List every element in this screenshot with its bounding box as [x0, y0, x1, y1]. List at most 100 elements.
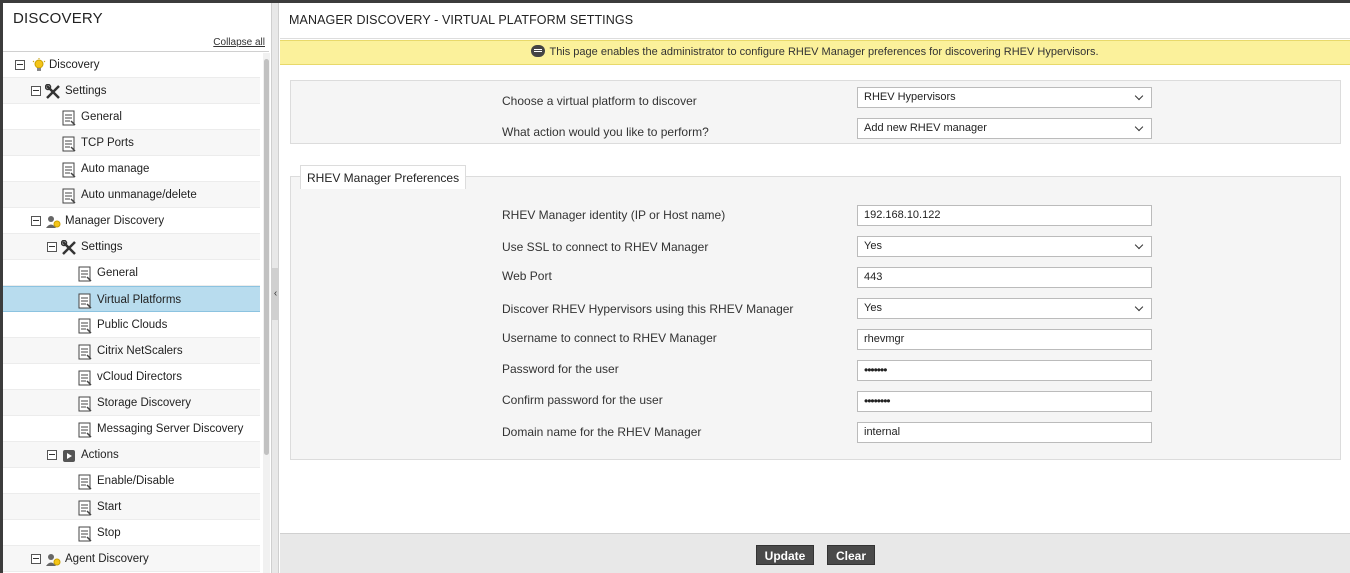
tree-item-enable-disable[interactable]: Enable/Disable	[3, 468, 260, 494]
tree-item-label: Discovery	[49, 59, 100, 71]
document-icon	[61, 135, 77, 152]
lightbulb-icon	[31, 57, 47, 73]
rhev-preferences-fieldset: RHEV Manager identity (IP or Host name) …	[290, 176, 1341, 460]
confirm-password-input-value: ••••••••	[864, 394, 891, 408]
password-input-value: •••••••	[864, 363, 887, 377]
tree-item-start[interactable]: Start	[3, 494, 260, 520]
tree-item-messaging-server-discovery[interactable]: Messaging Server Discovery	[3, 416, 260, 442]
confirm-password-label: Confirm password for the user	[502, 393, 663, 407]
password-label: Password for the user	[502, 362, 619, 376]
document-icon	[77, 421, 93, 438]
document-icon	[77, 525, 93, 542]
discover-select-value: Yes	[864, 302, 882, 314]
collapse-toggle[interactable]	[15, 60, 25, 70]
tree-item-auto-manage[interactable]: Auto manage	[3, 156, 260, 182]
agent-user-icon	[45, 551, 61, 567]
tree-item-discovery[interactable]: Discovery	[3, 52, 260, 78]
action-select[interactable]: Add new RHEV manager	[857, 118, 1152, 139]
update-button[interactable]: Update	[756, 545, 814, 565]
tree-item-label: TCP Ports	[81, 137, 134, 149]
speech-bubble-icon	[531, 45, 546, 57]
clear-button[interactable]: Clear	[827, 545, 875, 565]
fieldset-legend: RHEV Manager Preferences	[300, 165, 467, 189]
document-icon	[77, 292, 93, 309]
sidebar: DISCOVERY Collapse all Discovery Setting…	[0, 3, 272, 573]
username-input-value: rhevmgr	[864, 333, 905, 345]
tree-item-label: General	[97, 267, 138, 279]
document-icon	[61, 109, 77, 126]
main-content: MANAGER DISCOVERY - VIRTUAL PLATFORM SET…	[280, 3, 1350, 573]
tree-item-label: General	[81, 111, 122, 123]
tree-item-label: Agent Discovery	[65, 553, 149, 565]
tree-item-label: Enable/Disable	[97, 475, 175, 487]
action-select-value: Add new RHEV manager	[864, 122, 987, 134]
username-input[interactable]: rhevmgr	[857, 329, 1152, 350]
web-port-input-value: 443	[864, 271, 883, 283]
identity-label: RHEV Manager identity (IP or Host name)	[502, 208, 726, 222]
tree-item-stop[interactable]: Stop	[3, 520, 260, 546]
ssl-select[interactable]: Yes	[857, 236, 1152, 257]
username-label: Username to connect to RHEV Manager	[502, 331, 717, 345]
tree-item-virtual-platforms[interactable]: Virtual Platforms	[3, 286, 260, 312]
tree-item-tcp-ports[interactable]: TCP Ports	[3, 130, 260, 156]
domain-input[interactable]: internal	[857, 422, 1152, 443]
document-icon	[77, 317, 93, 334]
ssl-select-value: Yes	[864, 240, 882, 252]
info-banner: This page enables the administrator to c…	[280, 40, 1350, 65]
tree-item-manager-discovery[interactable]: Manager Discovery	[3, 208, 260, 234]
password-input[interactable]: •••••••	[857, 360, 1152, 381]
tree-item-public-clouds[interactable]: Public Clouds	[3, 312, 260, 338]
form-footer: Update Clear	[280, 533, 1350, 573]
action-label: What action would you like to perform?	[502, 125, 709, 139]
document-icon	[77, 265, 93, 282]
tree-item-agent-discovery[interactable]: Agent Discovery	[3, 546, 260, 572]
tree-item-label: vCloud Directors	[97, 371, 182, 383]
sidebar-scrollbar-thumb[interactable]	[264, 59, 269, 455]
platform-selection-panel: Choose a virtual platform to discover RH…	[290, 80, 1341, 144]
collapse-toggle[interactable]	[47, 450, 57, 460]
discover-select[interactable]: Yes	[857, 298, 1152, 319]
tree-item-settings[interactable]: Settings	[3, 78, 260, 104]
collapse-toggle[interactable]	[31, 554, 41, 564]
document-icon	[77, 369, 93, 386]
navigation-tree: Discovery Settings General TCP Ports Aut…	[3, 51, 269, 573]
tree-item-storage-discovery[interactable]: Storage Discovery	[3, 390, 260, 416]
collapse-all-link[interactable]: Collapse all	[213, 37, 265, 48]
document-icon	[61, 187, 77, 204]
tree-item-label: Stop	[97, 527, 121, 539]
platform-label: Choose a virtual platform to discover	[502, 94, 697, 108]
document-icon	[77, 499, 93, 516]
collapse-toggle[interactable]	[31, 216, 41, 226]
domain-label: Domain name for the RHEV Manager	[502, 425, 702, 439]
identity-input[interactable]: 192.168.10.122	[857, 205, 1152, 226]
collapse-sidebar-chevron-icon[interactable]: ‹	[272, 268, 279, 320]
tools-icon	[60, 239, 77, 255]
document-icon	[77, 473, 93, 490]
tree-item-auto-unmanage[interactable]: Auto unmanage/delete	[3, 182, 260, 208]
web-port-label: Web Port	[502, 269, 552, 283]
tree-item-label: Virtual Platforms	[97, 294, 182, 306]
tree-item-label: Public Clouds	[97, 319, 168, 331]
tree-item-citrix-netscalers[interactable]: Citrix NetScalers	[3, 338, 260, 364]
tree-item-label: Settings	[65, 85, 107, 97]
document-icon	[77, 343, 93, 360]
confirm-password-input[interactable]: ••••••••	[857, 391, 1152, 412]
web-port-input[interactable]: 443	[857, 267, 1152, 288]
tree-item-label: Storage Discovery	[97, 397, 191, 409]
tree-item-manager-general[interactable]: General	[3, 260, 260, 286]
collapse-toggle[interactable]	[47, 242, 57, 252]
actions-icon	[61, 447, 77, 463]
tree-item-vcloud-directors[interactable]: vCloud Directors	[3, 364, 260, 390]
tree-item-manager-settings[interactable]: Settings	[3, 234, 260, 260]
tree-item-label: Actions	[81, 449, 119, 461]
tree-item-actions[interactable]: Actions	[3, 442, 260, 468]
collapse-toggle[interactable]	[31, 86, 41, 96]
tree-item-label: Manager Discovery	[65, 215, 165, 227]
tree-item-general[interactable]: General	[3, 104, 260, 130]
identity-input-value: 192.168.10.122	[864, 209, 941, 221]
document-icon	[77, 395, 93, 412]
domain-input-value: internal	[864, 426, 901, 438]
ssl-label: Use SSL to connect to RHEV Manager	[502, 240, 709, 254]
platform-select[interactable]: RHEV Hypervisors	[857, 87, 1152, 108]
tools-icon	[44, 83, 61, 99]
